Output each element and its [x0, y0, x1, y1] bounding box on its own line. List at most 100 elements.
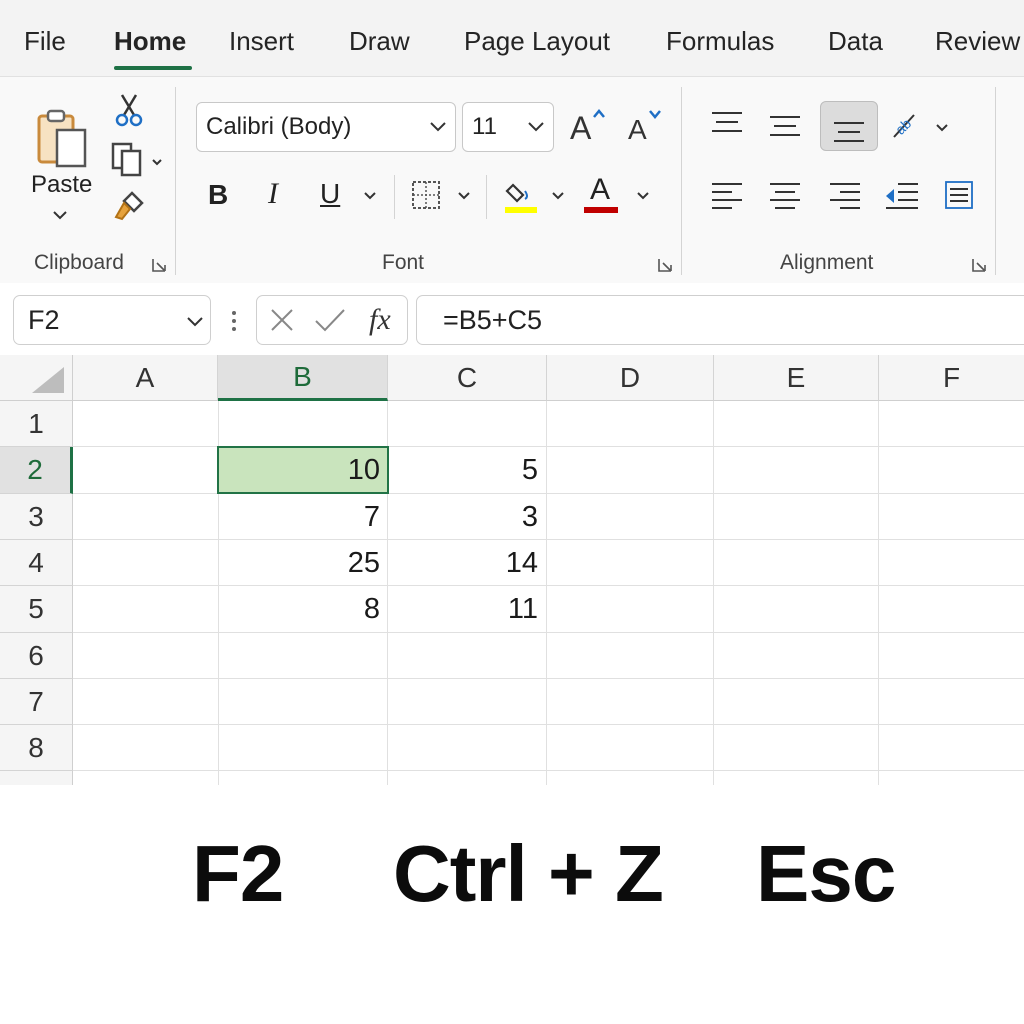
alignment-launcher-icon[interactable] — [971, 257, 987, 273]
select-all-button[interactable] — [0, 355, 73, 401]
tab-draw[interactable]: Draw — [349, 26, 410, 57]
fill-color-icon[interactable] — [503, 177, 539, 215]
chevron-down-icon — [430, 122, 446, 132]
formula-actions: fx — [256, 295, 408, 345]
clipboard-launcher-icon[interactable] — [151, 257, 167, 273]
more-dots-icon[interactable] — [230, 309, 238, 333]
shortcut-ctrl-z: Ctrl + Z — [393, 829, 664, 918]
cell-c5[interactable]: 11 — [388, 586, 546, 632]
cell-b2[interactable]: 10 — [218, 447, 388, 493]
bottom-align-button[interactable] — [820, 101, 878, 151]
bottom-align-icon — [834, 122, 864, 142]
tab-home[interactable]: Home — [114, 26, 186, 57]
cell-c2[interactable]: 5 — [388, 447, 546, 493]
wrap-text-icon[interactable] — [943, 179, 975, 211]
cell-b3[interactable]: 7 — [218, 494, 388, 540]
row-header-3[interactable]: 3 — [0, 494, 73, 540]
column-header-b[interactable]: B — [218, 355, 388, 401]
borders-icon[interactable] — [410, 179, 442, 211]
gridline — [73, 770, 1024, 771]
column-header-f[interactable]: F — [879, 355, 1024, 401]
alignment-group-label: Alignment — [780, 251, 874, 274]
gridline — [73, 539, 1024, 540]
orientation-icon[interactable]: ab — [888, 109, 924, 143]
clipboard-group-label: Clipboard — [34, 251, 124, 274]
underline-chevron-down-icon[interactable] — [363, 191, 377, 201]
worksheet-grid: A B C D E F 1 2 3 4 5 6 7 8 10 5 7 3 25 … — [0, 355, 1024, 785]
cell-b5[interactable]: 8 — [218, 586, 388, 632]
increase-font-size-icon[interactable]: A — [568, 107, 608, 143]
gridline — [73, 632, 1024, 633]
tab-formulas[interactable]: Formulas — [666, 26, 774, 57]
middle-align-icon[interactable] — [768, 114, 802, 140]
insert-function-button[interactable]: fx — [369, 303, 391, 337]
underline-button[interactable]: U — [320, 178, 340, 210]
row-header-5[interactable]: 5 — [0, 586, 73, 633]
tab-data[interactable]: Data — [828, 26, 883, 57]
font-color-swatch — [584, 207, 618, 213]
divider — [995, 87, 996, 275]
column-header-c[interactable]: C — [388, 355, 547, 401]
formula-bar: F2 fx =B5+C5 — [0, 283, 1024, 356]
ribbon: Paste Clipboard Calibri (Body) 11 A A B … — [0, 77, 1024, 284]
font-group-label: Font — [382, 251, 425, 274]
fill-color-chevron-down-icon[interactable] — [551, 191, 565, 201]
chevron-down-icon — [528, 122, 544, 132]
paste-chevron-down-icon[interactable] — [52, 209, 68, 221]
active-tab-indicator — [114, 66, 192, 70]
align-left-icon[interactable] — [710, 181, 744, 211]
formula-input[interactable]: =B5+C5 — [416, 295, 1024, 345]
copy-icon[interactable] — [110, 141, 146, 177]
column-header-d[interactable]: D — [547, 355, 714, 401]
top-align-icon[interactable] — [710, 110, 744, 136]
font-size-dropdown[interactable]: 11 — [462, 102, 554, 152]
cell-c3[interactable]: 3 — [388, 494, 546, 540]
cancel-icon[interactable] — [269, 307, 295, 333]
row-header-6[interactable]: 6 — [0, 633, 73, 679]
cut-icon[interactable] — [114, 93, 144, 127]
decrease-indent-icon[interactable] — [884, 181, 920, 211]
tab-page-layout[interactable]: Page Layout — [464, 26, 610, 57]
gridline — [713, 401, 714, 785]
gridline — [878, 401, 879, 785]
row-header-7[interactable]: 7 — [0, 679, 73, 725]
orientation-chevron-down-icon[interactable] — [935, 123, 949, 133]
borders-chevron-down-icon[interactable] — [457, 191, 471, 201]
tab-review[interactable]: Review — [935, 26, 1020, 57]
row-header-1[interactable]: 1 — [0, 401, 73, 447]
align-right-icon[interactable] — [828, 181, 862, 211]
format-painter-icon[interactable] — [112, 189, 146, 223]
gridline — [73, 724, 1024, 725]
svg-text:A: A — [628, 114, 647, 143]
column-header-a[interactable]: A — [73, 355, 218, 401]
shortcut-esc: Esc — [756, 829, 896, 918]
svg-text:A: A — [570, 110, 592, 143]
chevron-down-icon — [187, 317, 203, 327]
column-header-e[interactable]: E — [714, 355, 879, 401]
divider — [486, 175, 487, 219]
cell-c4[interactable]: 14 — [388, 540, 546, 586]
row-header-4[interactable]: 4 — [0, 540, 73, 586]
cell-b4[interactable]: 25 — [218, 540, 388, 586]
formula-value: =B5+C5 — [443, 304, 543, 335]
align-center-icon[interactable] — [768, 181, 802, 211]
decrease-font-size-icon[interactable]: A — [626, 107, 666, 143]
row-header-8[interactable]: 8 — [0, 725, 73, 771]
gridline — [546, 401, 547, 785]
copy-chevron-down-icon[interactable] — [151, 157, 163, 167]
italic-button[interactable]: I — [268, 177, 278, 211]
bold-button[interactable]: B — [208, 179, 228, 211]
font-color-glyph: A — [590, 173, 611, 206]
tab-insert[interactable]: Insert — [229, 26, 294, 57]
font-color-chevron-down-icon[interactable] — [636, 191, 650, 201]
enter-check-icon[interactable] — [313, 307, 347, 333]
font-name-value: Calibri (Body) — [206, 113, 352, 140]
font-name-dropdown[interactable]: Calibri (Body) — [196, 102, 456, 152]
font-launcher-icon[interactable] — [657, 257, 673, 273]
row-header-2[interactable]: 2 — [0, 447, 73, 494]
tab-file[interactable]: File — [24, 26, 66, 57]
font-color-button[interactable]: A — [584, 173, 620, 217]
font-size-value: 11 — [472, 113, 497, 140]
divider — [681, 87, 682, 275]
name-box[interactable]: F2 — [13, 295, 211, 345]
